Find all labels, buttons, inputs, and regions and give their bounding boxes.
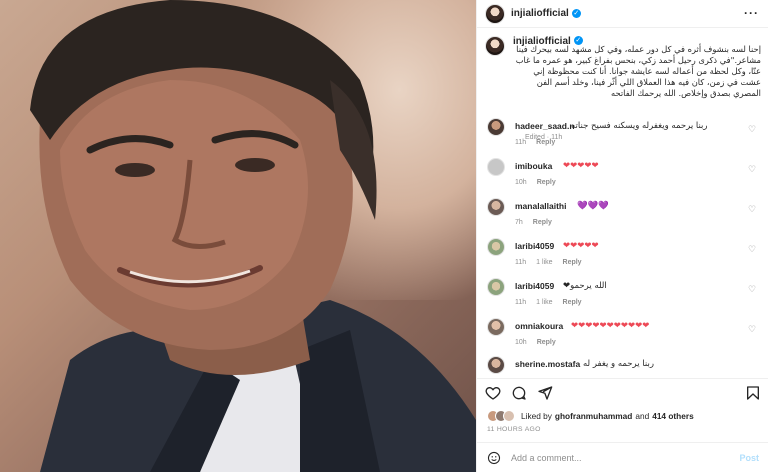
verified-badge-icon: ✓ [571,9,581,18]
commenter-username[interactable]: imibouka [515,161,552,171]
comment-time: 11h [515,299,527,306]
commenter-username[interactable]: sherine.mostafa [515,359,580,369]
add-comment-bar: Post [477,442,768,472]
reply-button[interactable]: Reply [537,339,556,346]
comment-item: manalallaithi 💜💜💜 7h Reply ♡ [485,198,761,234]
post-caption: injialiofficial ✓ إحنا لسه بنشوف أثره في… [485,36,761,141]
post-timestamp[interactable]: 11 HOURS AGO [487,426,541,433]
commenter-username[interactable]: omniakoura [515,321,563,331]
comment-text: الله يرحمو❤ [563,281,607,291]
comment-item: imibouka ❤❤❤❤❤ 10h Reply ♡ [485,158,761,194]
reply-button[interactable]: Reply [537,179,556,186]
comment-likes[interactable]: 1 like [536,299,552,306]
liker-avatar [503,410,515,422]
commenter-avatar[interactable] [487,118,505,136]
comment-time: 10h [515,179,527,186]
like-comment-icon[interactable]: ♡ [747,284,757,294]
comment-meta: 11h 1 like Reply [515,299,592,306]
commenter-avatar[interactable] [487,278,505,296]
liked-by-prefix: Liked by [521,411,552,421]
comment-meta: 10h Reply [515,179,566,186]
comment-text: ❤❤❤❤❤ [563,161,599,171]
liked-by-others[interactable]: 414 others [652,411,694,421]
comment-item: sherine.mostafa ربنا يرحمه و يغفر له [485,356,761,376]
commenter-avatar[interactable] [487,318,505,336]
commenter-username[interactable]: laribi4059 [515,241,554,251]
caption-text: إحنا لسه بنشوف أثره في كل دور عمله، وفي … [515,44,761,98]
likes-summary: Liked by ghofranmuhammad and 414 others [487,410,694,422]
comment-item: omniakoura ❤❤❤❤❤❤❤❤❤❤❤ 10h Reply ♡ [485,318,761,354]
commenter-username[interactable]: laribi4059 [515,281,554,291]
author-avatar[interactable] [485,3,505,24]
commenter-avatar[interactable] [487,198,505,216]
comment-time: 7h [515,219,523,226]
share-send-icon[interactable] [537,385,553,401]
comment-meta: 11h Reply [515,139,565,146]
post-comment-button[interactable]: Post [739,453,759,463]
add-comment-input[interactable] [511,452,711,463]
comment-time: 11h [515,259,527,266]
comment-time: 10h [515,339,527,346]
comment-meta: 11h 1 like Reply [515,259,592,266]
post-detail-panel: injialiofficial ✓ ··· injialiofficial ✓ … [476,0,768,472]
comment-item: laribi4059 ❤❤❤❤❤ 11h 1 like Reply ♡ [485,238,761,274]
reply-button[interactable]: Reply [533,219,552,226]
comment-likes[interactable]: 1 like [536,259,552,266]
like-comment-icon[interactable]: ♡ [747,324,757,334]
reply-button[interactable]: Reply [563,299,582,306]
comment-item: laribi4059 الله يرحمو❤ 11h 1 like Reply ♡ [485,278,761,314]
post-header: injialiofficial ✓ ··· [477,0,768,28]
reply-button[interactable]: Reply [536,139,555,146]
comment-text: 💜💜💜 [577,201,609,211]
like-heart-icon[interactable] [485,385,501,401]
emoji-smiley-icon[interactable] [487,451,501,465]
commenter-avatar[interactable] [487,356,505,374]
post-image[interactable] [0,0,476,472]
comment-text: ❤❤❤❤❤ [563,241,599,251]
commenter-username[interactable]: hadeer_saad.n [515,121,575,131]
comment-item: hadeer_saad.n ربنا يرحمه ويغفرله ويسكنه … [485,118,761,154]
save-bookmark-icon[interactable] [745,385,761,401]
reply-button[interactable]: Reply [563,259,582,266]
commenter-username[interactable]: manalallaithi [515,201,567,211]
like-comment-icon[interactable]: ♡ [747,164,757,174]
like-comment-icon[interactable]: ♡ [747,244,757,254]
comment-text: ربنا يرحمه و يغفر له [583,359,654,369]
more-options-icon[interactable]: ··· [744,6,759,20]
liked-by-user[interactable]: ghofranmuhammad [555,411,632,421]
author-username[interactable]: injialiofficial [511,8,569,19]
portrait-illustration [30,0,476,472]
post-actions-bar [477,378,768,404]
caption-author-avatar[interactable] [485,36,505,56]
commenter-avatar[interactable] [487,238,505,256]
comment-meta: 7h Reply [515,219,562,226]
like-comment-icon[interactable]: ♡ [747,124,757,134]
comment-text: ربنا يرحمه ويغفرله ويسكنه فسيح جناته [571,121,708,131]
comment-text: ❤❤❤❤❤❤❤❤❤❤❤ [571,321,650,331]
like-comment-icon[interactable]: ♡ [747,204,757,214]
comment-time: 11h [515,139,527,146]
comment-meta: 10h Reply [515,339,566,346]
commenter-avatar[interactable] [487,158,505,176]
comment-bubble-icon[interactable] [511,385,527,401]
liked-by-connector: and [635,411,650,421]
